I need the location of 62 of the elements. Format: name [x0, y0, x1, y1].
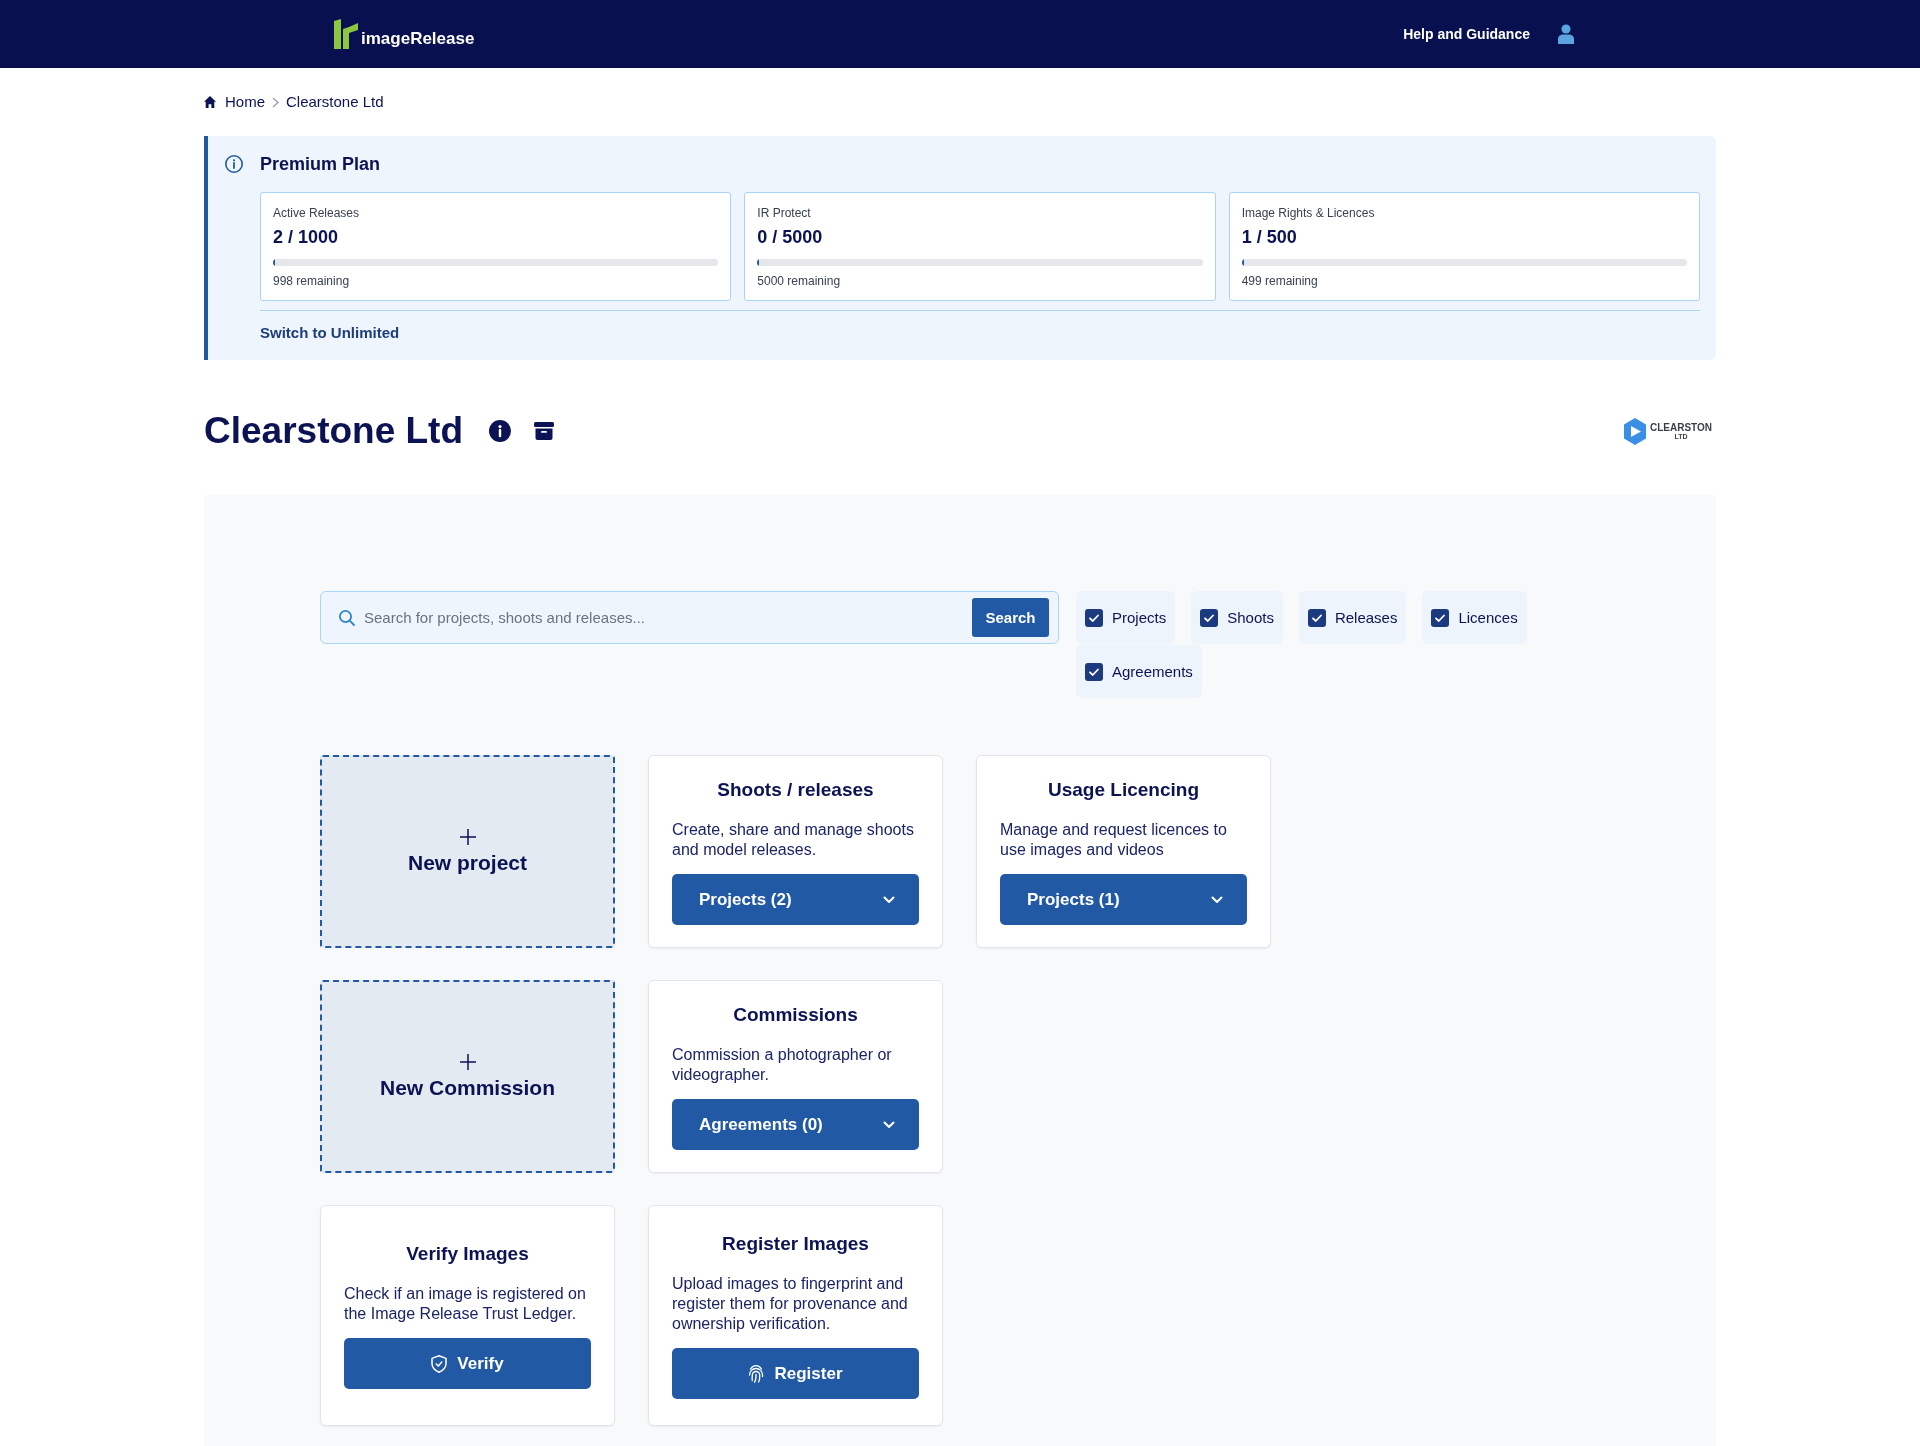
plan-title: Premium Plan	[260, 153, 382, 175]
app-logo[interactable]: imageRelease	[334, 19, 475, 49]
usage-count: 2 / 1000	[273, 226, 340, 249]
usage-label: Image Rights & Licences	[1241, 205, 1376, 221]
dropdown-button[interactable]: Projects (1)	[1000, 874, 1247, 925]
chevron-down-icon	[883, 1120, 895, 1129]
checkbox[interactable]	[1085, 662, 1103, 681]
info-icon[interactable]	[489, 420, 512, 442]
company-name: Clearstone Ltd	[204, 409, 464, 453]
switch-plan-link[interactable]: Switch to Unlimited	[260, 323, 400, 343]
card-title: Usage Licencing	[1047, 778, 1200, 802]
remaining-count: 5000 remaining	[757, 273, 842, 289]
chevron-down-icon	[883, 895, 895, 904]
plus-icon	[459, 828, 476, 845]
card-title: Shoots / releases	[716, 778, 875, 802]
create-tile[interactable]: New project	[320, 755, 615, 948]
chevron-right-icon	[272, 96, 279, 108]
filter-chip[interactable]: Shoots	[1191, 591, 1283, 644]
info-icon	[225, 155, 243, 173]
card-description: Create, share and manage shoots and model releases.	[672, 820, 915, 860]
card-title: Register Images	[721, 1232, 870, 1256]
logo-wordmark: CLEARSTON	[1649, 421, 1712, 433]
checkbox[interactable]	[1085, 608, 1103, 627]
archive-box-icon[interactable]	[534, 422, 555, 440]
card-description: Check if an image is registered on the Image Release Trust Ledger.	[344, 1284, 587, 1324]
checkbox[interactable]	[1200, 608, 1219, 627]
shield-check-icon	[431, 1354, 448, 1373]
home-icon[interactable]	[204, 96, 216, 108]
create-tile[interactable]: New Commission	[320, 980, 615, 1173]
usage-count: 1 / 500	[1241, 226, 1298, 249]
usage-label: IR Protect	[757, 205, 812, 221]
search-field[interactable]: Search for projects, shoots and releases... Search	[320, 591, 1059, 644]
breadcrumb-link[interactable]: Home	[225, 92, 265, 112]
register-button[interactable]: Register	[672, 1348, 919, 1399]
remaining-count: 998 remaining	[273, 273, 351, 289]
card-description: Commission a photographer or videographer.	[672, 1045, 893, 1085]
dropdown-button[interactable]: Agreements (0)	[672, 1099, 919, 1150]
usage-count: 0 / 5000	[757, 226, 824, 249]
logo-mark-icon	[334, 19, 358, 49]
card-description: Manage and request licences to use images and videos	[1000, 820, 1228, 860]
checkbox[interactable]	[1307, 608, 1326, 627]
remaining-count: 499 remaining	[1241, 273, 1319, 289]
chevron-down-icon	[1211, 895, 1223, 904]
card-title: Commissions	[732, 1003, 859, 1027]
filter-chip[interactable]: Agreements	[1076, 645, 1202, 698]
plus-icon	[459, 1053, 476, 1070]
checkbox[interactable]	[1431, 608, 1450, 627]
filter-chip[interactable]: Projects	[1076, 591, 1176, 644]
fingerprint-icon	[748, 1364, 765, 1383]
person-icon[interactable]	[1558, 24, 1574, 44]
usage-label: Active Releases	[273, 205, 361, 221]
search-icon	[339, 609, 355, 626]
search-button[interactable]: Search	[972, 598, 1049, 637]
hexagon-logo-icon	[1623, 417, 1646, 445]
help-link[interactable]: Help and Guidance	[1403, 25, 1530, 43]
breadcrumb-current: Clearstone Ltd	[286, 92, 384, 112]
filter-chip[interactable]: Releases	[1298, 591, 1407, 644]
dropdown-button[interactable]: Projects (2)	[672, 874, 919, 925]
filter-chip[interactable]: Licences	[1422, 591, 1527, 644]
card-title: Verify Images	[405, 1242, 530, 1266]
card-description: Upload images to fingerprint and register them for provenance and ownership verification.	[672, 1274, 909, 1334]
verify-button[interactable]: Verify	[344, 1338, 591, 1389]
